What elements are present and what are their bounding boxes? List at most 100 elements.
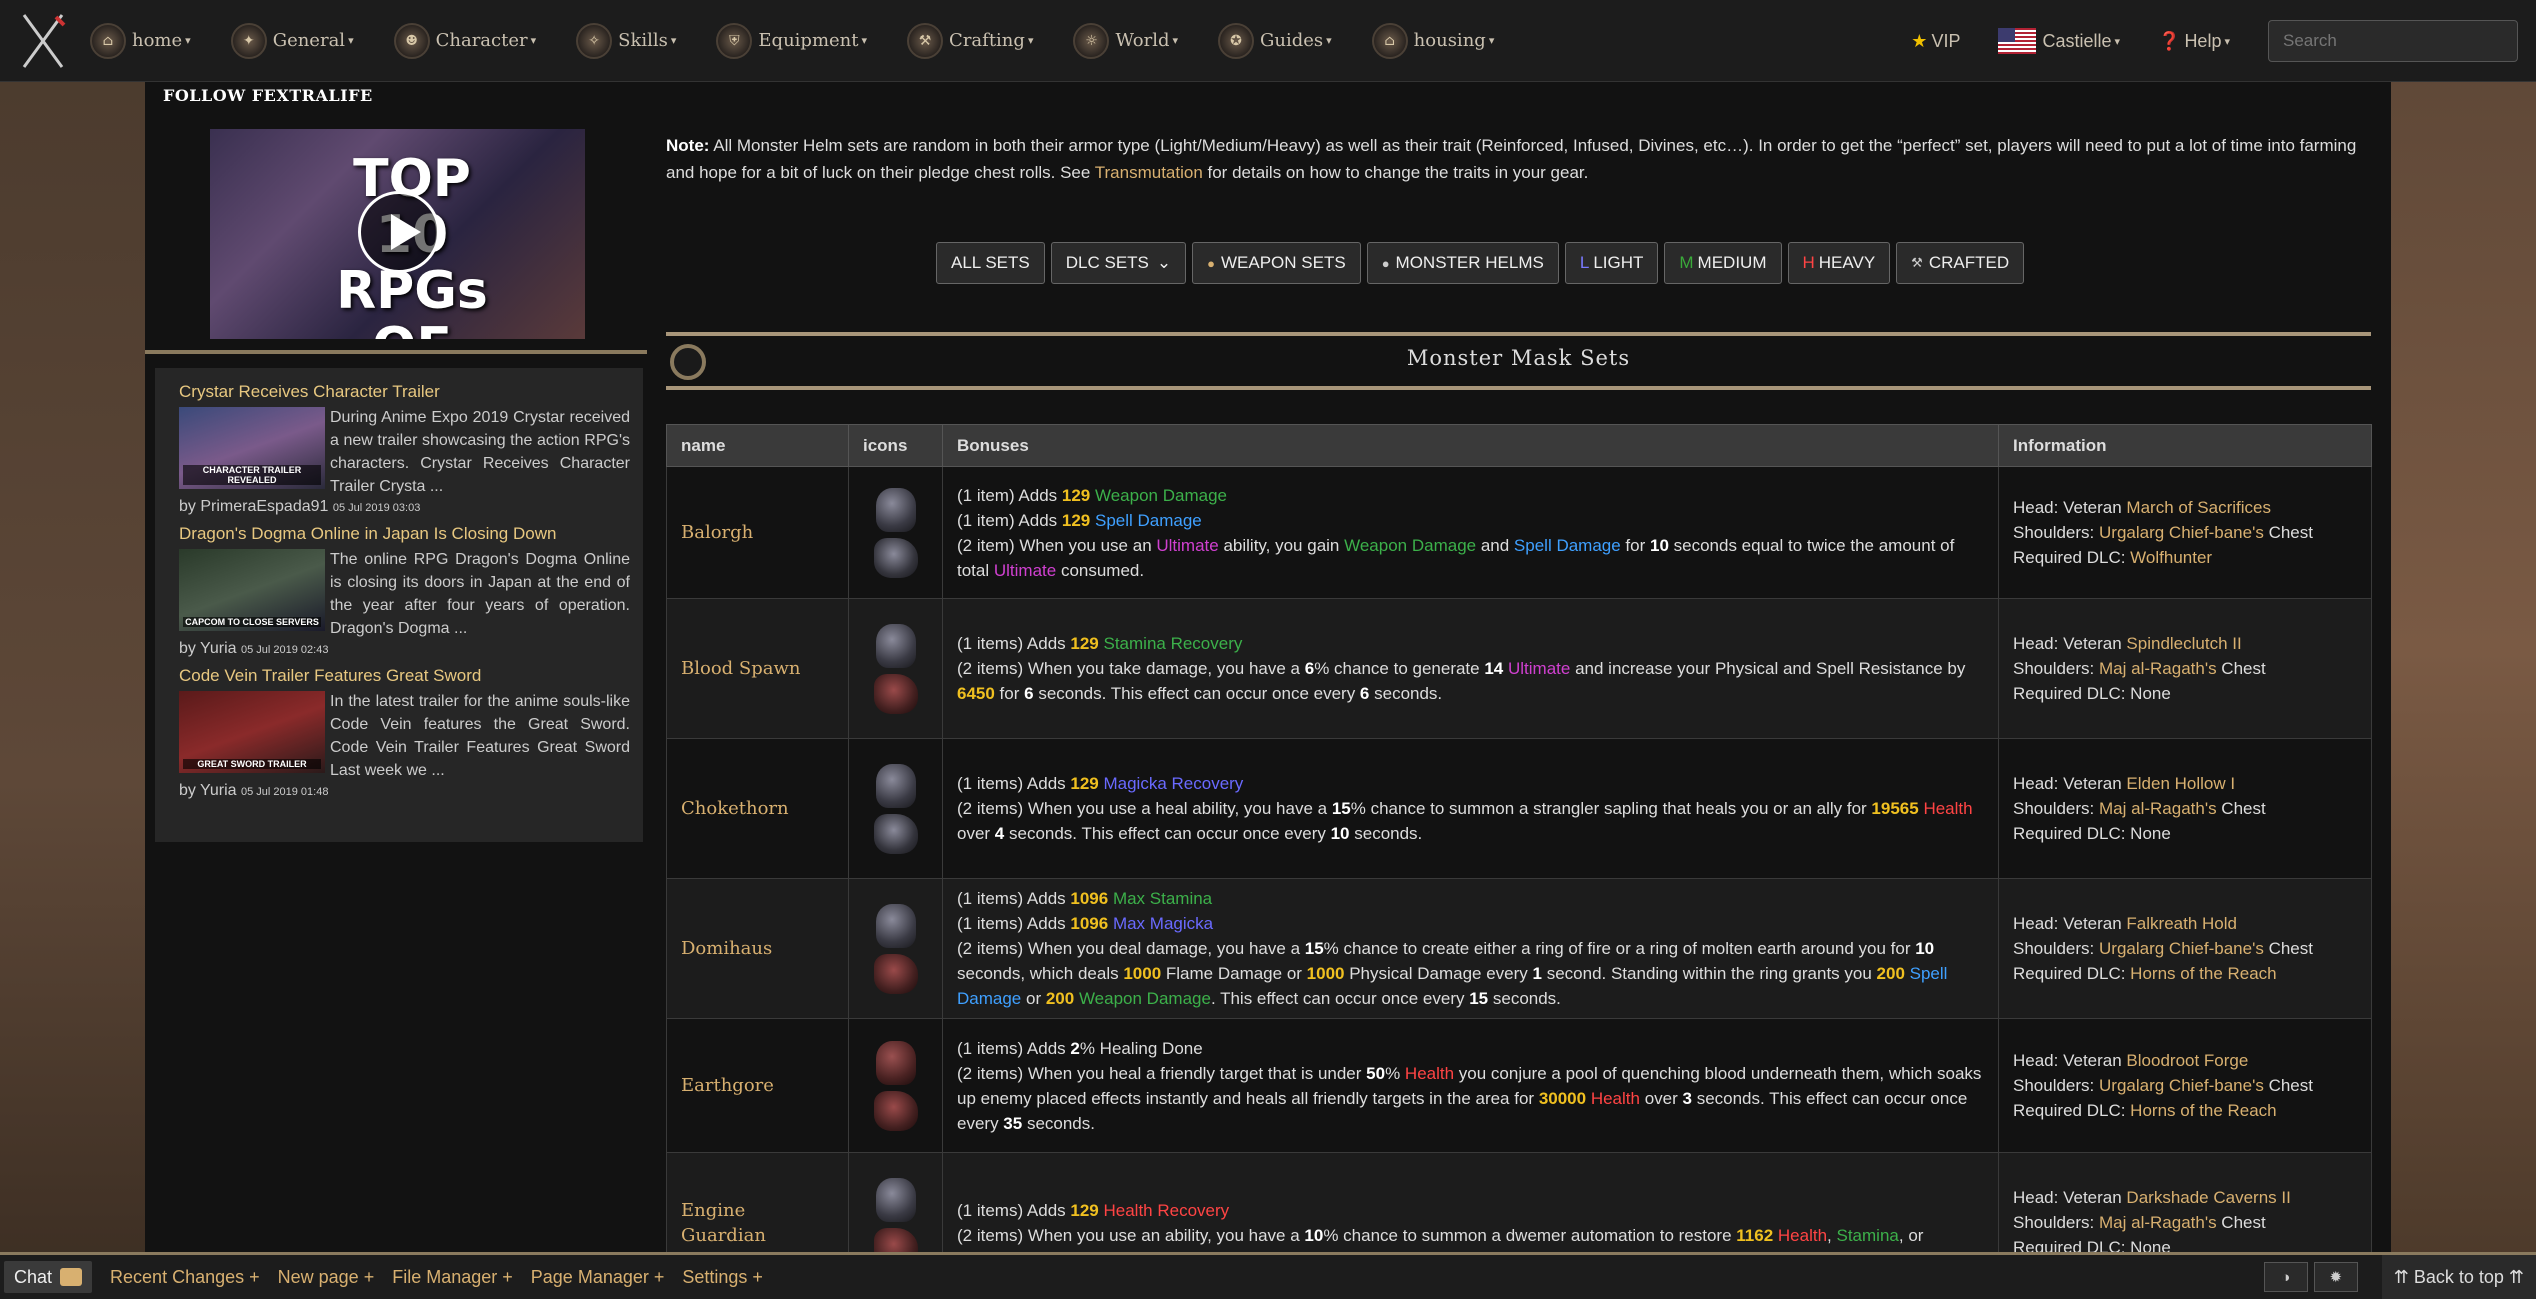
new-page-link[interactable]: New page + xyxy=(278,1267,375,1288)
nav-label: Skills xyxy=(618,30,668,51)
star-icon: ★ xyxy=(1911,30,1928,51)
nav-character[interactable]: ☻ Character ▾ xyxy=(393,22,536,59)
bonus-line: (2 items) When you take damage, you have… xyxy=(957,659,1966,703)
btn-label: ALL SETS xyxy=(951,253,1030,272)
shoulder-icon[interactable] xyxy=(873,953,918,994)
weapon-sets-button[interactable]: ● WEAPON SETS xyxy=(1192,242,1361,284)
chat-button[interactable]: Chat xyxy=(4,1261,93,1293)
nav-housing[interactable]: ⌂ housing ▾ xyxy=(1371,22,1494,59)
col-information[interactable]: Information xyxy=(1998,424,2372,467)
news-title[interactable]: Code Vein Trailer Features Great Sword xyxy=(179,666,481,686)
news-byline: by Yuria 05 Jul 2019 02:43 xyxy=(179,640,328,658)
light-button[interactable]: L LIGHT xyxy=(1564,242,1659,284)
caret-down-icon: ▾ xyxy=(670,34,677,47)
weapon-icon: ● xyxy=(1207,255,1215,271)
news-author: by PrimeraEspada91 xyxy=(179,498,329,515)
set-icons xyxy=(848,598,943,739)
helm-icon[interactable] xyxy=(875,623,916,668)
col-bonuses[interactable]: Bonuses xyxy=(942,424,1999,467)
news-title[interactable]: Crystar Receives Character Trailer xyxy=(179,382,440,402)
set-bonuses: (1 item) Adds 129 Weapon Damage (1 item)… xyxy=(942,466,1999,599)
nav-guides[interactable]: ✪ Guides ▾ xyxy=(1218,22,1332,59)
dlc-link[interactable]: Horns of the Reach xyxy=(2130,1101,2276,1120)
col-icons[interactable]: icons xyxy=(848,424,943,467)
table-row: Blood Spawn (1 items) Adds 129 Stamina R… xyxy=(666,598,2372,739)
dungeon-link[interactable]: March of Sacrifices xyxy=(2126,498,2271,517)
nav-crafting[interactable]: ⚒ Crafting ▾ xyxy=(907,22,1033,59)
chest-link[interactable]: Urgalarg Chief-bane's xyxy=(2099,1076,2264,1095)
dlc-link[interactable]: Horns of the Reach xyxy=(2130,964,2276,983)
dlc-sets-button[interactable]: DLC SETS ⌄ xyxy=(1050,242,1187,284)
dungeon-link[interactable]: Bloodroot Forge xyxy=(2126,1051,2248,1070)
dungeon-link[interactable]: Spindleclutch II xyxy=(2126,634,2241,653)
back-to-top-button[interactable]: ⇈ Back to top ⇈ xyxy=(2381,1255,2536,1299)
medium-button[interactable]: M MEDIUM xyxy=(1664,242,1782,284)
shoulder-icon[interactable] xyxy=(873,673,918,714)
chest-link[interactable]: Maj al-Ragath's xyxy=(2099,659,2217,678)
chest-link[interactable]: Maj al-Ragath's xyxy=(2099,799,2217,818)
chest-link[interactable]: Maj al-Ragath's xyxy=(2099,1213,2217,1232)
news-thumbnail[interactable]: CHARACTER TRAILER REVEALED xyxy=(179,407,325,489)
nav-skills[interactable]: ✧ Skills ▾ xyxy=(576,22,677,59)
vip-link[interactable]: ★ VIP xyxy=(1911,31,1960,52)
set-name[interactable]: Blood Spawn xyxy=(666,598,849,739)
note-text: for details on how to change the traits … xyxy=(1202,163,1589,182)
fextralife-logo[interactable] xyxy=(20,11,66,71)
theme-toggle-icon[interactable]: ✹ xyxy=(2313,1262,2358,1292)
settings-link[interactable]: Settings + xyxy=(682,1267,763,1288)
language-selector[interactable]: Castielle ▾ xyxy=(1998,28,2120,54)
help-menu[interactable]: ❓ Help ▾ xyxy=(2158,31,2230,52)
page-manager-link[interactable]: Page Manager + xyxy=(531,1267,665,1288)
col-name[interactable]: name xyxy=(666,424,849,467)
follow-heading: FOLLOW FEXTRALIFE xyxy=(163,86,373,105)
news-thumbnail[interactable]: CAPCOM TO CLOSE SERVERS xyxy=(179,549,325,631)
nav-world[interactable]: ☼ World ▾ xyxy=(1073,22,1178,59)
set-name[interactable]: Earthgore xyxy=(666,1018,849,1153)
search-input[interactable] xyxy=(2268,20,2518,62)
note-label: Note: xyxy=(666,136,710,155)
contrast-toggle-icon[interactable]: ◑ xyxy=(2263,1262,2308,1292)
bonus-line: (2 items) When you heal a friendly targe… xyxy=(957,1063,1982,1133)
chest-link[interactable]: Urgalarg Chief-bane's xyxy=(2099,523,2264,542)
thumb-caption: CHARACTER TRAILER REVEALED xyxy=(183,465,321,485)
footer-bar: Chat Recent Changes + New page + File Ma… xyxy=(0,1252,2536,1299)
crafted-button[interactable]: ⚒ CRAFTED xyxy=(1896,242,2025,284)
helm-icon[interactable] xyxy=(875,1177,916,1222)
all-sets-button[interactable]: ALL SETS xyxy=(936,242,1045,284)
news-date: 05 Jul 2019 01:48 xyxy=(240,786,329,798)
news-title[interactable]: Dragon's Dogma Online in Japan Is Closin… xyxy=(179,524,556,544)
nav-general[interactable]: ✦ General ▾ xyxy=(230,22,354,59)
file-manager-link[interactable]: File Manager + xyxy=(392,1267,513,1288)
dungeon-link[interactable]: Falkreath Hold xyxy=(2126,914,2237,933)
transmutation-link[interactable]: Transmutation xyxy=(1095,163,1203,182)
shoulder-icon[interactable] xyxy=(873,537,918,578)
video-thumbnail[interactable]: TOP 10 RPGs OF 2019 xyxy=(210,129,585,339)
dungeon-link[interactable]: Elden Hollow I xyxy=(2126,774,2235,793)
shoulder-icon[interactable] xyxy=(873,1090,918,1131)
set-name[interactable]: Domihaus xyxy=(666,878,849,1019)
helm-icon[interactable] xyxy=(875,1040,916,1085)
heavy-button[interactable]: H HEAVY xyxy=(1787,242,1891,284)
set-name[interactable]: Balorgh xyxy=(666,466,849,599)
dlc-link[interactable]: Wolfhunter xyxy=(2130,548,2212,567)
left-background xyxy=(0,0,145,1299)
dungeon-link[interactable]: Darkshade Caverns II xyxy=(2126,1188,2290,1207)
shoulder-icon[interactable] xyxy=(873,813,918,854)
helm-icon[interactable] xyxy=(875,903,916,948)
monster-helms-button[interactable]: ● MONSTER HELMS xyxy=(1366,242,1559,284)
nav-label: home xyxy=(132,30,183,51)
light-prefix: L xyxy=(1579,253,1590,272)
nav-home[interactable]: ⌂ home ▾ xyxy=(90,22,191,59)
chest-link[interactable]: Urgalarg Chief-bane's xyxy=(2099,939,2264,958)
news-thumbnail[interactable]: GREAT SWORD TRAILER xyxy=(179,691,325,773)
helm-icon[interactable] xyxy=(875,763,916,808)
nav-equipment[interactable]: ⛨ Equipment ▾ xyxy=(716,22,867,59)
helm-icon[interactable] xyxy=(875,487,916,532)
recent-changes-link[interactable]: Recent Changes + xyxy=(110,1267,260,1288)
set-name[interactable]: Chokethorn xyxy=(666,738,849,879)
info-shoulders: Shoulders: Urgalarg Chief-bane's Chest xyxy=(2013,523,2313,542)
caret-down-icon: ▾ xyxy=(348,34,354,47)
housing-icon: ⌂ xyxy=(1371,22,1408,59)
caret-down-icon: ▾ xyxy=(1326,34,1332,47)
play-icon[interactable] xyxy=(358,191,440,273)
